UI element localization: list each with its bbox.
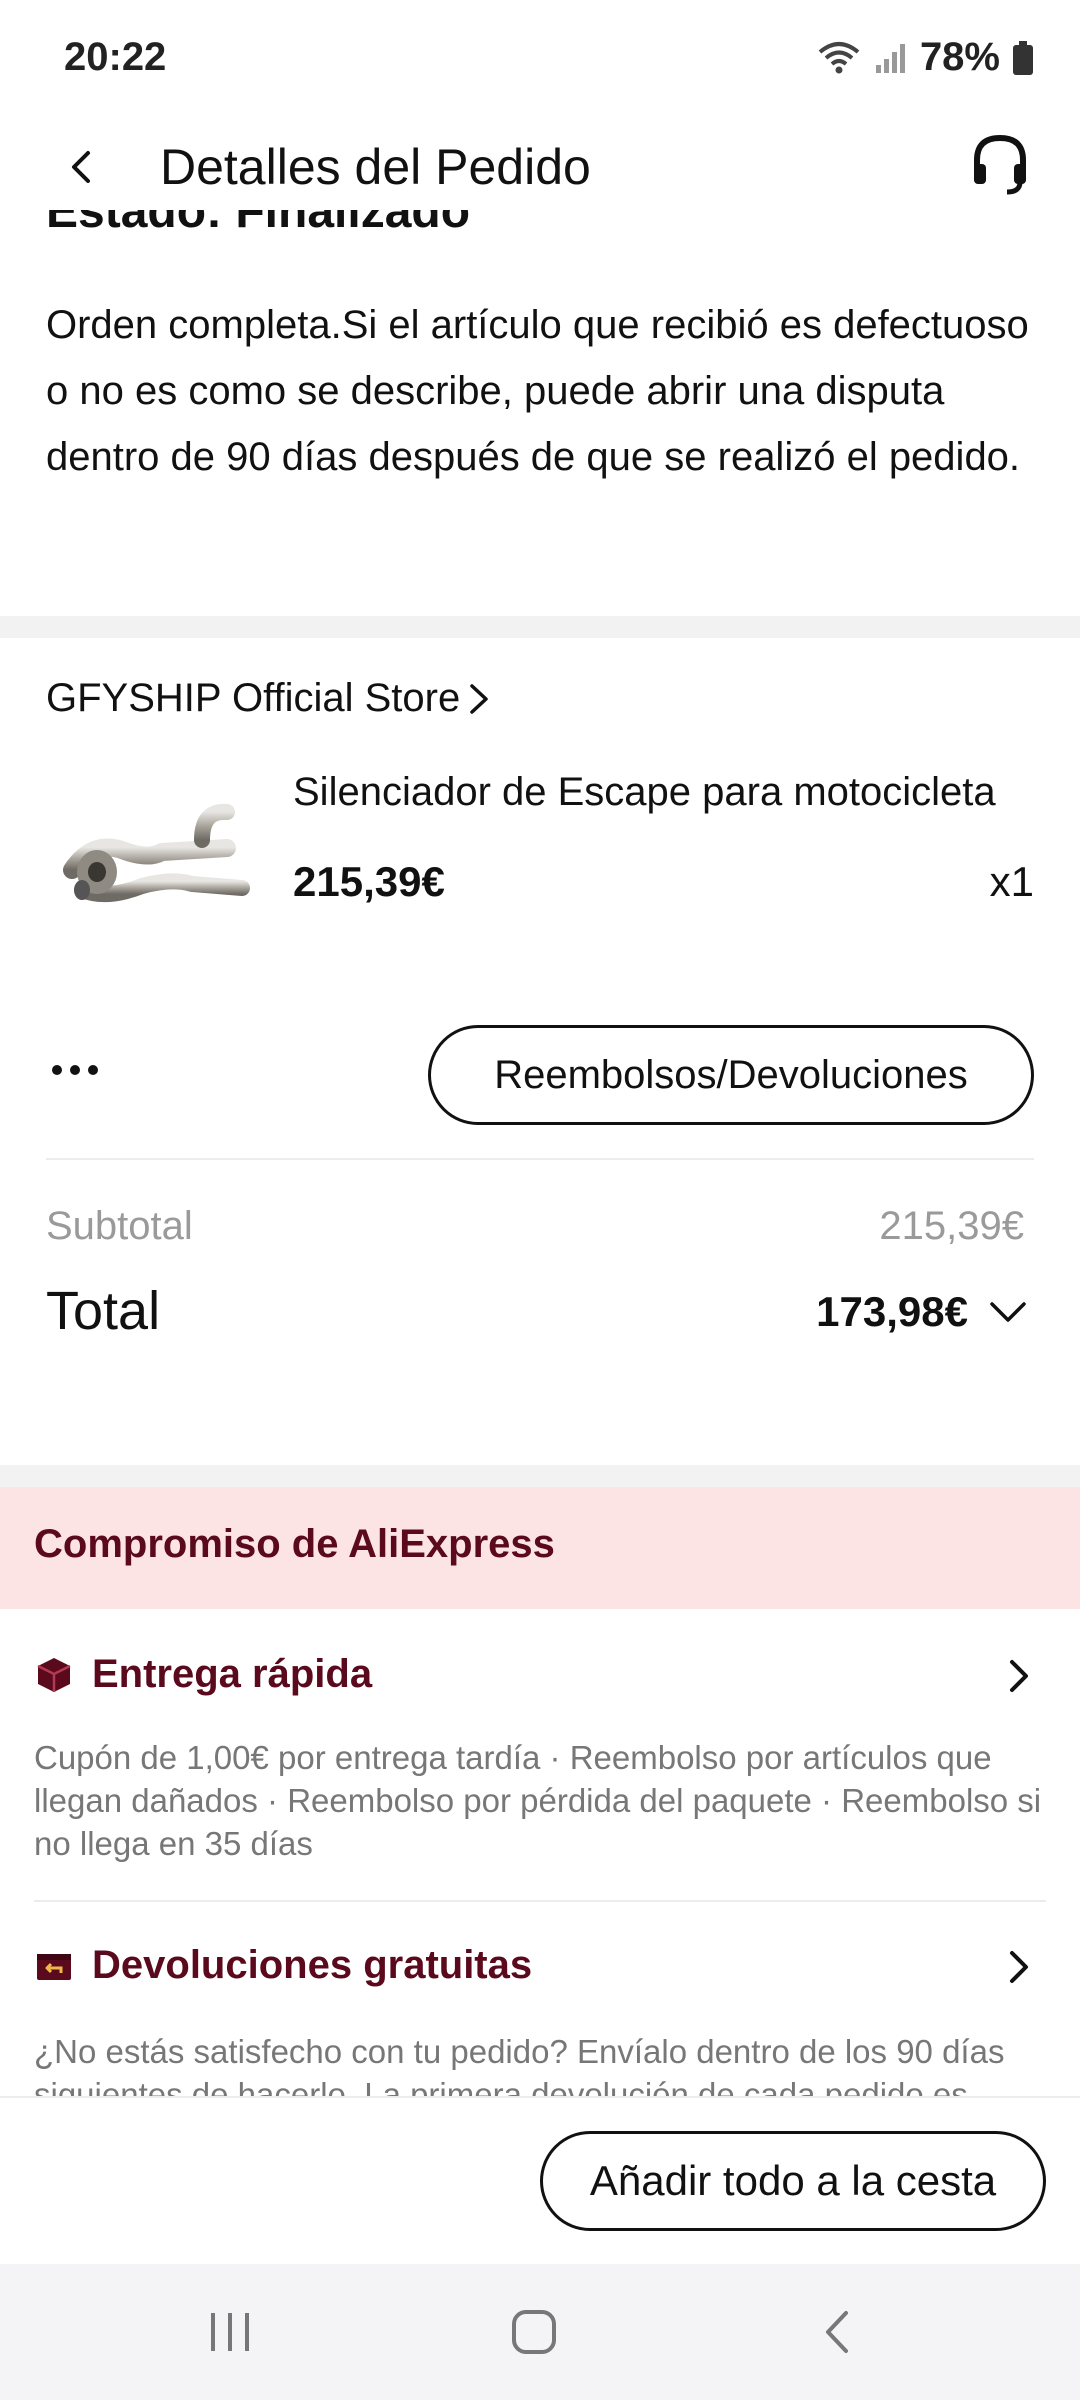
battery-percent: 78%	[919, 35, 1000, 79]
product-image[interactable]	[52, 790, 272, 940]
feature-description: Cupón de 1,00€ por entrega tardía · Reem…	[34, 1739, 1042, 1862]
total-label: Total	[46, 1281, 161, 1341]
refund-button[interactable]: Reembolsos/Devoluciones	[428, 1025, 1034, 1125]
back-icon	[826, 2311, 848, 2353]
add-all-to-cart-button[interactable]: Añadir todo a la cesta	[540, 2131, 1046, 2231]
return-box-icon	[37, 1953, 71, 1980]
subtotal-value: 215,39€	[879, 1204, 1024, 1248]
section-divider	[0, 1465, 1080, 1487]
home-icon	[512, 2310, 556, 2354]
store-name: GFYSHIP Official Store	[46, 676, 461, 720]
chevron-right-icon	[470, 683, 488, 714]
more-options-button[interactable]	[52, 1050, 112, 1090]
status-bar: 20:22 78%	[0, 0, 1080, 115]
system-navigation-bar	[0, 2264, 1080, 2400]
home-button[interactable]	[504, 2302, 564, 2362]
feature-title: Devoluciones gratuitas	[92, 1943, 533, 1987]
signal-icon	[874, 41, 908, 75]
chevron-right-icon	[1010, 1660, 1028, 1692]
commitment-title: Compromiso de AliExpress	[34, 1522, 555, 1566]
subtotal-label: Subtotal	[46, 1204, 193, 1248]
section-divider	[0, 616, 1080, 638]
headset-icon	[974, 134, 1026, 195]
more-dots-icon	[52, 1065, 98, 1075]
feature-description-clip: ¿No estás satisfecho con tu pedido? Enví…	[0, 2010, 1080, 2096]
product-price: 215,39€	[293, 858, 445, 905]
order-status-label: Estado: Finalizado	[46, 210, 471, 238]
feature-fast-delivery[interactable]: Entrega rápida	[34, 1652, 1046, 1697]
divider	[34, 1900, 1046, 1902]
chevron-right-icon	[1010, 1951, 1028, 1983]
divider	[46, 1158, 1034, 1160]
system-back-button[interactable]	[808, 2302, 868, 2362]
chevron-down-icon	[990, 1302, 1026, 1322]
back-button[interactable]	[52, 137, 112, 197]
battery-icon	[1012, 40, 1034, 76]
product-title[interactable]: Silenciador de Escape para motocicleta	[293, 770, 1033, 815]
product-quantity: x1	[989, 858, 1034, 905]
recent-apps-button[interactable]	[200, 2302, 260, 2362]
app-header: Detalles del Pedido	[0, 115, 1080, 220]
wifi-icon	[816, 40, 862, 76]
feature-title: Entrega rápida	[92, 1652, 373, 1696]
status-time: 20:22	[64, 35, 167, 79]
page-title: Detalles del Pedido	[160, 139, 591, 195]
total-value[interactable]: 173,98€	[816, 1288, 968, 1336]
recent-apps-icon	[211, 2313, 249, 2351]
support-button[interactable]	[962, 127, 1038, 203]
back-arrow-icon	[72, 151, 90, 183]
feature-description: ¿No estás satisfecho con tu pedido? Enví…	[34, 2033, 1005, 2096]
exhaust-pipe-image	[63, 803, 250, 903]
store-link[interactable]: GFYSHIP Official Store	[46, 676, 492, 721]
order-message: Orden completa.Si el artículo que recibi…	[46, 303, 1029, 479]
expand-total-button[interactable]	[988, 1292, 1028, 1332]
feature-free-returns[interactable]: Devoluciones gratuitas	[34, 1943, 1046, 1988]
status-icons: 78%	[816, 35, 1034, 80]
package-icon	[37, 1657, 71, 1692]
